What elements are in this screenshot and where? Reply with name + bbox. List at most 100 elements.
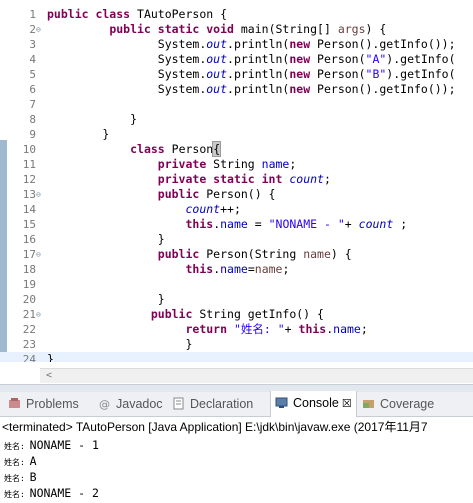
code-text: System.out.println(new Person("A").getIn… xyxy=(47,52,456,66)
line-number: 1 xyxy=(29,8,36,21)
code-text: this.name = "NONAME - "+ count ; xyxy=(185,217,408,231)
tab-javadoc[interactable]: @ Javadoc xyxy=(98,392,163,416)
code-line[interactable]: 20 } xyxy=(0,292,473,307)
javadoc-icon: @ xyxy=(98,394,111,411)
fold-toggle-icon[interactable]: ⊖ xyxy=(36,22,41,37)
line-number: 15 xyxy=(22,218,36,231)
code-line[interactable]: 6 System.out.println(new Person().getInf… xyxy=(0,82,473,97)
line-number: 6 xyxy=(29,83,36,96)
console-line: 姓名: NONAME - 1 xyxy=(4,438,99,452)
code-text: System.out.println(new Person("B").getIn… xyxy=(47,67,456,81)
code-line[interactable]: 3 System.out.println(new Person().getInf… xyxy=(0,37,473,52)
code-line[interactable]: 19 xyxy=(0,277,473,292)
console-view: <terminated> TAutoPerson [Java Applicati… xyxy=(0,417,473,500)
problems-icon xyxy=(8,394,21,408)
console-line: 姓名: A xyxy=(4,454,37,468)
line-number: 13 xyxy=(22,188,36,201)
line-number: 20 xyxy=(22,293,36,306)
code-text: this.name=name; xyxy=(185,262,290,276)
line-number: 16 xyxy=(22,233,36,246)
code-line[interactable]: 10 class Person{ xyxy=(0,141,473,157)
line-number: 3 xyxy=(29,38,36,51)
code-text: class Person{ xyxy=(130,141,222,157)
line-number: 4 xyxy=(29,53,36,66)
line-number: 23 xyxy=(22,338,36,351)
code-text: public static void main(String[] args) { xyxy=(109,22,387,36)
code-line[interactable]: 15 this.name = "NONAME - "+ count ; xyxy=(0,217,473,232)
code-line[interactable]: 14 count++; xyxy=(0,202,473,217)
code-line[interactable]: 18 this.name=name; xyxy=(0,262,473,277)
tab-console[interactable]: Console ☒ xyxy=(270,391,357,417)
code-text: public Person(String name) { xyxy=(157,247,352,261)
code-line[interactable]: 7 xyxy=(0,97,473,112)
code-line[interactable]: 21 ⊖ public String getInfo() { xyxy=(0,307,473,322)
line-number: 9 xyxy=(29,128,36,141)
code-text: } xyxy=(47,352,54,362)
console-icon xyxy=(275,393,288,408)
code-line[interactable]: 12 private static int count; xyxy=(0,172,473,187)
code-line[interactable]: 4 System.out.println(new Person("A").get… xyxy=(0,52,473,67)
code-text: System.out.println(new Person().getInfo(… xyxy=(47,37,456,51)
line-number: 12 xyxy=(22,173,36,186)
code-line[interactable]: 9 } xyxy=(0,127,473,142)
code-line[interactable]: 2 ⊖ public static void main(String[] args… xyxy=(0,22,473,37)
code-line[interactable]: 8 } xyxy=(0,112,473,127)
code-text: private String name; xyxy=(157,157,297,171)
tab-label: Console xyxy=(293,396,339,410)
line-number: 24 xyxy=(22,353,36,362)
svg-text:@: @ xyxy=(99,398,110,410)
code-text: } xyxy=(47,337,193,351)
line-number: 2 xyxy=(29,23,36,36)
tab-label: Javadoc xyxy=(116,397,163,411)
code-line[interactable]: 24} xyxy=(0,352,473,362)
horizontal-scrollbar[interactable]: < xyxy=(40,368,473,383)
tab-coverage[interactable]: Coverage xyxy=(362,392,434,416)
code-text: public class TAutoPerson { xyxy=(47,7,228,21)
code-line[interactable]: 11 private String name; xyxy=(0,157,473,172)
code-text: public Person() { xyxy=(157,187,276,201)
coverage-icon xyxy=(362,394,375,408)
line-number: 10 xyxy=(22,143,36,156)
line-number: 14 xyxy=(22,203,36,216)
code-line[interactable]: 23 } xyxy=(0,337,473,352)
tab-problems[interactable]: Problems xyxy=(8,392,79,416)
code-text: private static int count; xyxy=(157,172,331,186)
tab-label: Coverage xyxy=(380,397,435,411)
console-line: 姓名: NONAME - 2 xyxy=(4,486,99,500)
line-number: 18 xyxy=(22,263,36,276)
tab-label: Declaration xyxy=(190,397,254,411)
code-text: } xyxy=(47,292,165,306)
line-number: 5 xyxy=(29,68,36,81)
fold-toggle-icon[interactable]: ⊖ xyxy=(36,187,41,202)
declaration-icon xyxy=(172,394,185,410)
scroll-left-icon[interactable]: < xyxy=(46,369,52,383)
code-line[interactable]: 17 ⊖ public Person(String name) { xyxy=(0,247,473,262)
line-number: 17 xyxy=(22,248,36,261)
line-number: 22 xyxy=(22,323,36,336)
console-line: 姓名: B xyxy=(4,470,37,484)
code-line[interactable]: 22 return "姓名: "+ this.name; xyxy=(0,322,473,337)
code-line[interactable]: 1 public class TAutoPerson { xyxy=(0,7,473,22)
code-line[interactable]: 13 ⊖ public Person() { xyxy=(0,187,473,202)
view-tab-bar: Problems @ Javadoc Declaration Console ☒ Cove… xyxy=(0,391,473,417)
line-number: 21 xyxy=(22,308,36,321)
console-status: <terminated> TAutoPerson [Java Applicati… xyxy=(2,420,428,434)
tab-declaration[interactable]: Declaration xyxy=(172,392,253,416)
fold-toggle-icon[interactable]: ⊖ xyxy=(36,307,41,322)
code-text: return "姓名: "+ this.name; xyxy=(185,322,368,336)
code-text: count++; xyxy=(185,202,241,216)
code-text: } xyxy=(47,112,138,126)
line-number: 11 xyxy=(22,158,36,171)
code-text: } xyxy=(47,127,110,141)
code-line[interactable]: 16 } xyxy=(0,232,473,247)
code-text: System.out.println(new Person().getInfo(… xyxy=(47,82,456,96)
code-text: } xyxy=(47,232,165,246)
line-number: 19 xyxy=(22,278,36,291)
fold-toggle-icon[interactable]: ⊖ xyxy=(36,247,41,262)
code-line[interactable]: 5 System.out.println(new Person("B").get… xyxy=(0,67,473,82)
line-number: 7 xyxy=(29,98,36,111)
code-editor[interactable]: 1 public class TAutoPerson {2 ⊖ public sta… xyxy=(0,0,473,362)
code-text: public String getInfo() { xyxy=(150,307,324,321)
close-tab-icon[interactable]: ☒ xyxy=(339,398,352,410)
tab-label: Problems xyxy=(26,397,79,411)
